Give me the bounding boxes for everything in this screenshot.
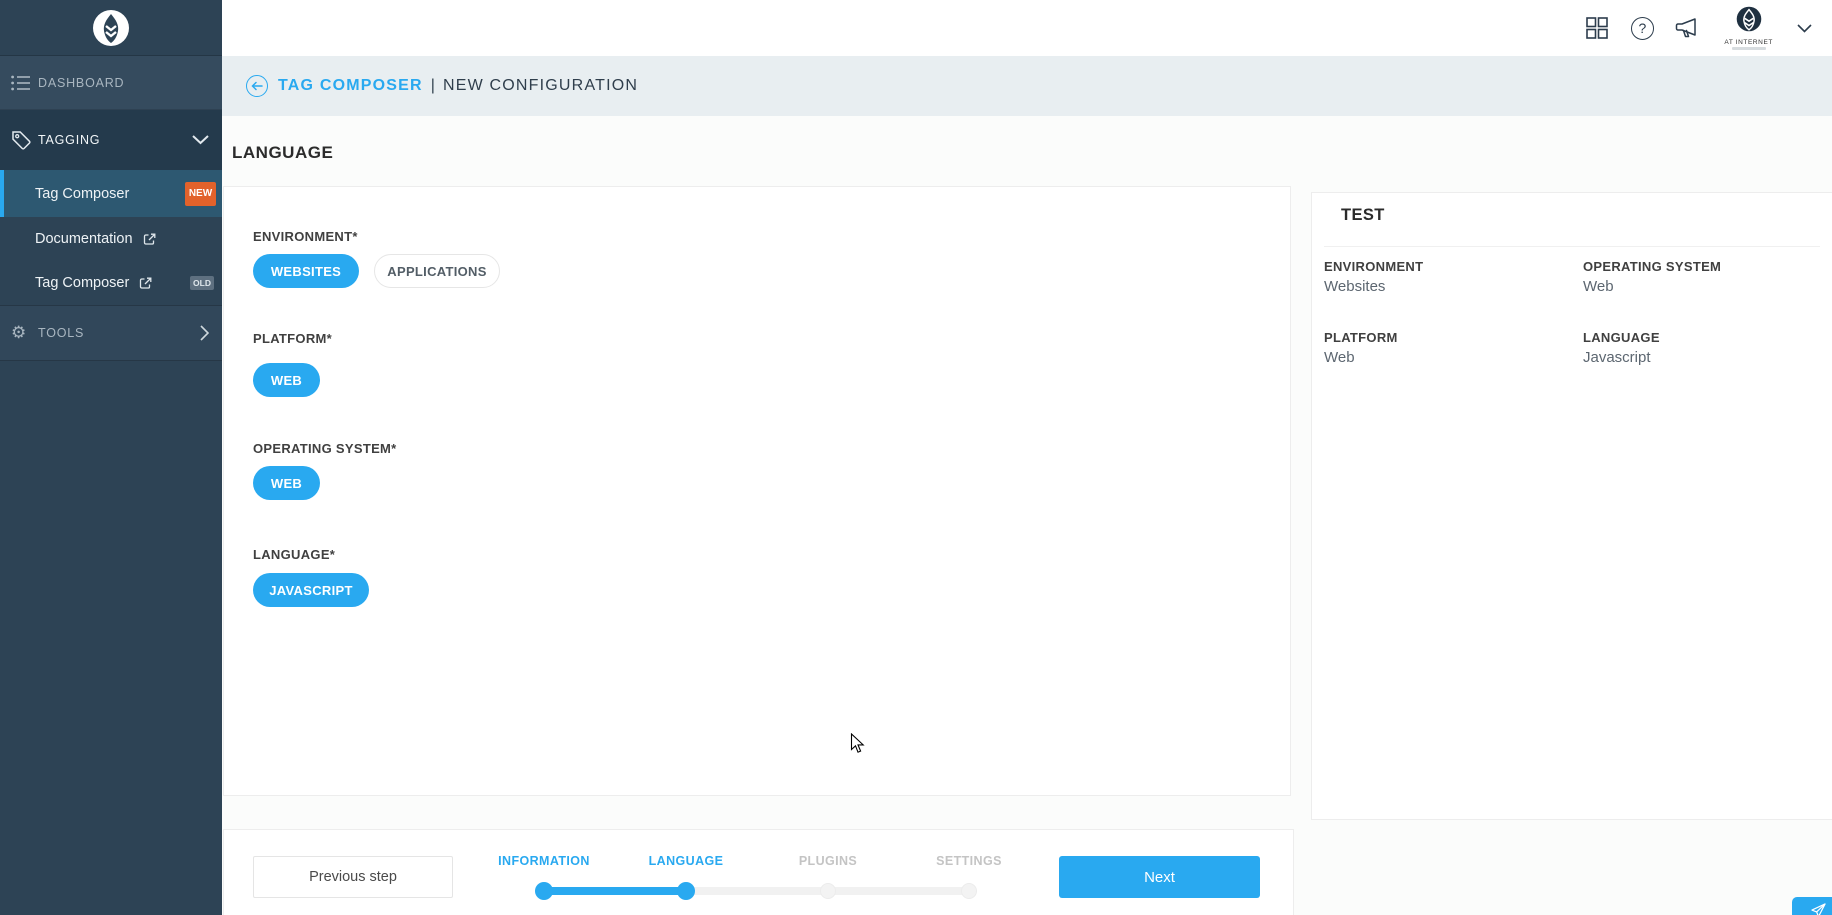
test-summary-panel: TEST ENVIRONMENT Websites OPERATING SYST… bbox=[1311, 192, 1832, 820]
summary-label-language: LANGUAGE bbox=[1583, 330, 1660, 345]
step-dot-language bbox=[677, 882, 695, 900]
sidebar-item-documentation[interactable]: Documentation bbox=[0, 217, 222, 261]
option-websites[interactable]: WEBSITES bbox=[253, 254, 359, 288]
step-dot-information bbox=[535, 882, 553, 900]
sidebar-item-tag-composer-old[interactable]: Tag Composer OLD bbox=[0, 261, 222, 305]
sidebar-item-label: Documentation bbox=[35, 231, 133, 247]
app-logo[interactable] bbox=[0, 0, 222, 56]
field-label-operating-system: OPERATING SYSTEM* bbox=[253, 441, 397, 456]
breadcrumb-separator: | bbox=[431, 77, 435, 95]
sidebar: DASHBOARD TAGGING Tag Composer NEW Docum… bbox=[0, 0, 222, 915]
chat-widget-button[interactable] bbox=[1792, 897, 1832, 915]
step-label-settings: SETTINGS bbox=[899, 854, 1039, 868]
announcements-icon[interactable] bbox=[1673, 14, 1701, 42]
account-label: AT INTERNET bbox=[1724, 39, 1773, 46]
summary-label-environment: ENVIRONMENT bbox=[1324, 259, 1423, 274]
sidebar-item-label: DASHBOARD bbox=[38, 76, 124, 90]
step-label-language: LANGUAGE bbox=[616, 854, 756, 868]
chevron-down-icon bbox=[192, 135, 209, 145]
account-avatar-logo-icon bbox=[1736, 6, 1762, 37]
stepper-progress-fill bbox=[544, 887, 686, 895]
summary-label-platform: PLATFORM bbox=[1324, 330, 1398, 345]
chevron-right-icon bbox=[200, 325, 209, 341]
language-form-card: ENVIRONMENT* WEBSITES APPLICATIONS PLATF… bbox=[223, 186, 1291, 796]
sidebar-item-label: Tag Composer bbox=[35, 275, 129, 291]
step-dot-settings bbox=[961, 883, 977, 899]
sidebar-item-tag-composer[interactable]: Tag Composer NEW bbox=[0, 170, 222, 217]
sidebar-section-tools[interactable]: ⚙ TOOLS bbox=[0, 305, 222, 361]
sidebar-section-label: TAGGING bbox=[38, 133, 100, 147]
apps-grid-icon[interactable] bbox=[1583, 14, 1611, 42]
option-web-platform[interactable]: WEB bbox=[253, 363, 320, 397]
help-icon[interactable]: ? bbox=[1628, 14, 1656, 42]
summary-value-language: Javascript bbox=[1583, 349, 1651, 366]
previous-step-button[interactable]: Previous step bbox=[253, 856, 453, 898]
wizard-footer: Previous step INFORMATION LANGUAGE PLUGI… bbox=[223, 829, 1294, 915]
new-badge: NEW bbox=[185, 182, 216, 206]
field-label-environment: ENVIRONMENT* bbox=[253, 229, 358, 244]
next-button[interactable]: Next bbox=[1059, 856, 1260, 898]
summary-value-operating-system: Web bbox=[1583, 278, 1614, 295]
page-title: NEW CONFIGURATION bbox=[443, 77, 638, 95]
page-header: TAG COMPOSER | NEW CONFIGURATION bbox=[222, 56, 1832, 116]
account-menu[interactable]: AT INTERNET bbox=[1724, 6, 1773, 51]
top-bar: ? AT INTERNET bbox=[222, 0, 1832, 56]
summary-value-environment: Websites bbox=[1324, 278, 1385, 295]
account-tagline bbox=[1732, 47, 1766, 50]
sidebar-item-dashboard[interactable]: DASHBOARD bbox=[0, 56, 222, 110]
field-label-platform: PLATFORM* bbox=[253, 331, 332, 346]
tag-icon bbox=[11, 130, 32, 151]
breadcrumb-app-title[interactable]: TAG COMPOSER bbox=[278, 77, 423, 95]
sidebar-item-label: Tag Composer bbox=[35, 186, 129, 202]
option-web-os[interactable]: WEB bbox=[253, 466, 320, 500]
option-javascript[interactable]: JAVASCRIPT bbox=[253, 573, 369, 607]
paper-plane-icon bbox=[1811, 903, 1826, 915]
sidebar-section-label: TOOLS bbox=[38, 326, 84, 340]
external-link-icon bbox=[142, 232, 157, 247]
step-label-information: INFORMATION bbox=[474, 854, 614, 868]
test-panel-title: TEST bbox=[1341, 206, 1385, 225]
summary-value-platform: Web bbox=[1324, 349, 1355, 366]
option-applications[interactable]: APPLICATIONS bbox=[374, 254, 500, 288]
divider bbox=[1324, 246, 1820, 247]
sidebar-section-tagging[interactable]: TAGGING bbox=[0, 110, 222, 170]
back-button[interactable] bbox=[246, 75, 268, 97]
step-dot-plugins bbox=[820, 883, 836, 899]
chevron-down-icon[interactable] bbox=[1790, 14, 1818, 42]
field-label-language: LANGUAGE* bbox=[253, 547, 335, 562]
old-badge: OLD bbox=[190, 276, 214, 290]
external-link-icon bbox=[138, 276, 153, 291]
gear-icon: ⚙ bbox=[11, 323, 26, 343]
step-label-plugins: PLUGINS bbox=[758, 854, 898, 868]
list-icon bbox=[11, 75, 31, 91]
section-heading: LANGUAGE bbox=[232, 143, 333, 163]
summary-label-operating-system: OPERATING SYSTEM bbox=[1583, 259, 1721, 274]
